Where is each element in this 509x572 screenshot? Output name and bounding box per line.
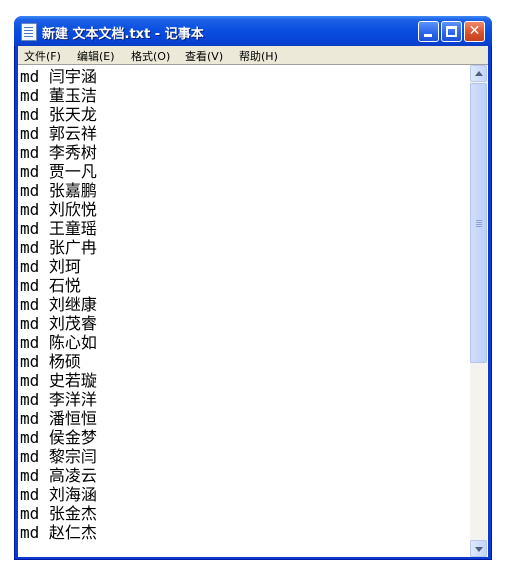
text-line: md 贾一凡 xyxy=(20,162,97,181)
text-line: md 潘恒恒 xyxy=(20,409,97,428)
text-line: md 张天龙 xyxy=(20,105,97,124)
text-line: md 黎宗闫 xyxy=(20,447,97,466)
text-line: md 王童瑶 xyxy=(20,219,97,238)
minimize-icon xyxy=(424,34,432,37)
text-line: md 史若璇 xyxy=(20,371,97,390)
text-line: md 陈心如 xyxy=(20,333,97,352)
notepad-window: 新建 文本文档.txt - 记事本 ✕ 文件(F) 编辑(E) 格式(O) 查看… xyxy=(14,16,492,560)
menu-file[interactable]: 文件(F) xyxy=(24,48,61,64)
grip-icon xyxy=(476,220,482,221)
scroll-down-arrow-icon xyxy=(475,547,483,552)
scroll-up-button[interactable] xyxy=(470,65,487,82)
text-line: md 刘欣悦 xyxy=(20,200,97,219)
maximize-button[interactable] xyxy=(441,21,462,42)
text-line: md 侯金梦 xyxy=(20,428,97,447)
window-title: 新建 文本文档.txt - 记事本 xyxy=(42,27,204,42)
maximize-icon xyxy=(446,26,457,37)
text-line: md 高凌云 xyxy=(20,466,97,485)
text-line: md 张广冉 xyxy=(20,238,97,257)
text-line: md 董玉洁 xyxy=(20,86,97,105)
notepad-icon[interactable] xyxy=(21,23,37,41)
text-line: md 郭云祥 xyxy=(20,124,97,143)
menu-edit[interactable]: 编辑(E) xyxy=(77,48,115,64)
text-line: md 杨硕 xyxy=(20,352,81,371)
close-button[interactable]: ✕ xyxy=(464,21,485,42)
text-line: md 闫宇涵 xyxy=(20,67,97,86)
menu-bar: 文件(F) 编辑(E) 格式(O) 查看(V) 帮助(H) xyxy=(18,46,488,64)
vertical-scrollbar[interactable] xyxy=(470,65,487,557)
menu-view[interactable]: 查看(V) xyxy=(185,48,223,64)
text-line: md 李秀树 xyxy=(20,143,97,162)
text-line: md 张金杰 xyxy=(20,504,97,523)
text-line: md 刘继康 xyxy=(20,295,97,314)
scroll-thumb[interactable] xyxy=(470,83,487,363)
text-line: md 李洋洋 xyxy=(20,390,97,409)
title-bar[interactable]: 新建 文本文档.txt - 记事本 ✕ xyxy=(14,16,492,46)
scroll-down-button[interactable] xyxy=(470,540,487,557)
text-line: md 刘茂睿 xyxy=(20,314,97,333)
editor-client: md 闫宇涵 md 董玉洁 md 张天龙 md 郭云祥 md 李秀树 md 贾一… xyxy=(18,64,488,557)
text-line: md 赵仁杰 xyxy=(20,523,97,542)
minimize-button[interactable] xyxy=(418,21,439,42)
scroll-up-arrow-icon xyxy=(475,71,483,76)
close-icon: ✕ xyxy=(468,23,481,39)
text-editor[interactable]: md 闫宇涵 md 董玉洁 md 张天龙 md 郭云祥 md 李秀树 md 贾一… xyxy=(20,67,468,555)
menu-format[interactable]: 格式(O) xyxy=(131,48,170,64)
text-line: md 刘珂 xyxy=(20,257,81,276)
text-line: md 刘海涵 xyxy=(20,485,97,504)
text-line: md 张嘉鹏 xyxy=(20,181,97,200)
menu-help[interactable]: 帮助(H) xyxy=(239,48,278,64)
text-line: md 石悦 xyxy=(20,276,81,295)
